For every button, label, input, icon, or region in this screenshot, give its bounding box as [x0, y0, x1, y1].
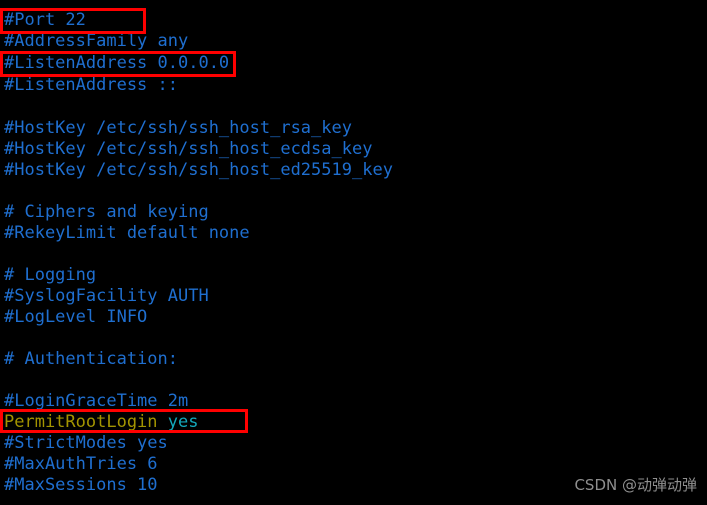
config-directive-separator — [158, 412, 168, 432]
config-comment-text: #SyslogFacility AUTH — [4, 286, 209, 306]
config-comment-text: # Logging — [4, 265, 97, 285]
config-line[interactable]: #HostKey /etc/ssh/ssh_host_ed25519_key — [4, 160, 393, 181]
config-line[interactable]: #LogLevel INFO — [4, 307, 147, 328]
config-file-text-area[interactable]: #Port 22 #AddressFamily any #ListenAddress… — [0, 0, 707, 505]
config-comment-text: # Authentication: — [4, 349, 178, 369]
config-line[interactable]: #LoginGraceTime 2m — [4, 391, 188, 412]
config-line[interactable]: #RekeyLimit default none — [4, 223, 250, 244]
config-line[interactable]: #HostKey /etc/ssh/ssh_host_ecdsa_key — [4, 139, 372, 160]
config-line[interactable]: #ListenAddress 0.0.0.0 — [4, 53, 229, 74]
config-comment-text: #RekeyLimit default none — [4, 223, 250, 243]
config-line[interactable]: # Logging — [4, 265, 96, 286]
config-line[interactable]: #MaxAuthTries 6 — [4, 454, 158, 475]
config-comment-text: #LoginGraceTime 2m — [4, 391, 189, 411]
config-comment-text: #MaxSessions 10 — [4, 475, 158, 495]
config-comment-text: #ListenAddress 0.0.0.0 — [4, 53, 230, 73]
config-line[interactable]: #Port 22 — [4, 10, 86, 31]
config-comment-text: #HostKey /etc/ssh/ssh_host_rsa_key — [4, 118, 352, 138]
config-comment-text: # Ciphers and keying — [4, 202, 209, 222]
config-comment-text: #AddressFamily any — [4, 31, 189, 51]
terminal-screen: #Port 22 #AddressFamily any #ListenAddress… — [0, 0, 707, 505]
config-comment-text: #MaxAuthTries 6 — [4, 454, 158, 474]
config-line[interactable]: #ListenAddress :: — [4, 75, 178, 96]
config-comment-text: #ListenAddress :: — [4, 75, 178, 95]
config-line[interactable]: # Authentication: — [4, 349, 178, 370]
config-directive-value: yes — [167, 412, 199, 432]
config-line[interactable]: #StrictModes yes — [4, 433, 168, 454]
config-line[interactable]: #HostKey /etc/ssh/ssh_host_rsa_key — [4, 118, 352, 139]
config-comment-text: #Port 22 — [4, 10, 86, 30]
config-line[interactable]: #SyslogFacility AUTH — [4, 286, 209, 307]
config-line[interactable]: #MaxSessions 10 — [4, 475, 158, 496]
config-line[interactable]: PermitRootLogin yes — [4, 412, 199, 433]
config-comment-text: #HostKey /etc/ssh/ssh_host_ed25519_key — [4, 160, 393, 180]
config-comment-text: #LogLevel INFO — [4, 307, 148, 327]
config-directive-keyword: PermitRootLogin — [4, 412, 158, 432]
config-comment-text: #StrictModes yes — [4, 433, 168, 453]
config-comment-text: #HostKey /etc/ssh/ssh_host_ecdsa_key — [4, 139, 373, 159]
watermark-text: CSDN @动弹动弹 — [574, 476, 697, 494]
config-line[interactable]: #AddressFamily any — [4, 31, 188, 52]
config-line[interactable]: # Ciphers and keying — [4, 202, 209, 223]
